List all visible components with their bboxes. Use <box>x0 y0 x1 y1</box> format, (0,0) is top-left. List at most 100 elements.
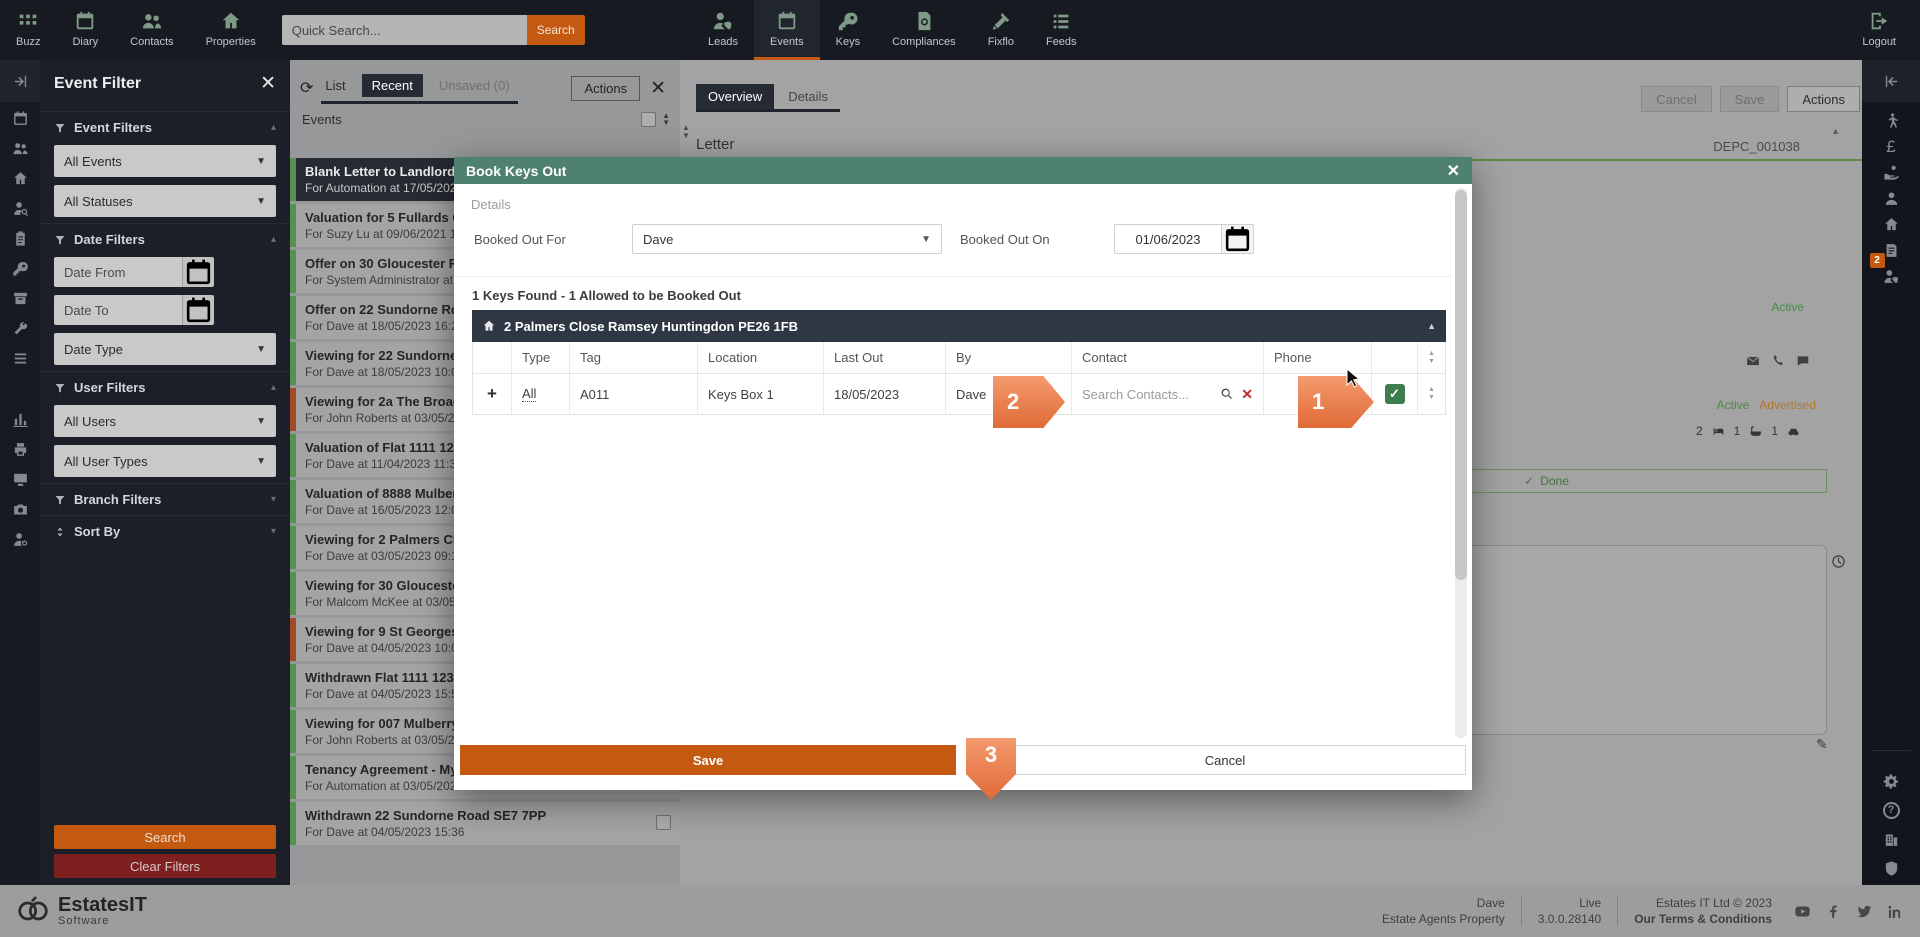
tab-list[interactable]: List <box>323 74 347 97</box>
sort-spinner[interactable]: ▲▼ <box>662 113 670 127</box>
linkedin-icon[interactable] <box>1887 903 1904 920</box>
scrollbar-thumb[interactable] <box>1455 190 1467 580</box>
tab-details[interactable]: Details <box>776 84 840 109</box>
notes-icon[interactable] <box>1883 242 1900 259</box>
tab-recent[interactable]: Recent <box>362 74 423 97</box>
youtube-icon[interactable] <box>1794 903 1811 920</box>
calendar-icon[interactable] <box>182 295 214 325</box>
filter-search-button[interactable]: Search <box>54 825 276 849</box>
terms-link[interactable]: Our Terms & Conditions <box>1634 911 1772 927</box>
save-button[interactable]: Save <box>1720 86 1780 112</box>
content-actions-button[interactable]: Actions <box>1787 86 1860 112</box>
nav-item-diary[interactable]: Diary <box>56 0 114 60</box>
calendar-icon[interactable] <box>1222 224 1254 254</box>
close-icon[interactable]: ✕ <box>1447 161 1460 181</box>
nav-item-keys[interactable]: Keys <box>820 0 876 60</box>
house-icon[interactable] <box>12 170 29 187</box>
nav-item-properties[interactable]: Properties <box>190 0 272 60</box>
events-actions-button[interactable]: Actions <box>571 76 640 101</box>
all-user-types-dropdown[interactable]: All User Types▼ <box>54 445 276 477</box>
quick-search-button[interactable]: Search <box>527 15 585 45</box>
cancel-button[interactable]: Cancel <box>1641 86 1711 112</box>
expand-rail-block[interactable] <box>0 60 40 102</box>
person-search-icon[interactable] <box>12 200 29 217</box>
event-checkbox[interactable] <box>656 815 671 830</box>
person-settings-icon[interactable] <box>12 531 29 548</box>
close-icon[interactable]: ✕ <box>650 77 666 100</box>
monitor-icon[interactable] <box>12 471 29 488</box>
nav-item-fixflo[interactable]: Fixflo <box>972 0 1030 60</box>
select-all-checkbox[interactable] <box>641 112 656 127</box>
key-icon[interactable] <box>12 260 29 277</box>
all-statuses-dropdown[interactable]: All Statuses▼ <box>54 185 276 217</box>
twitter-icon[interactable] <box>1856 903 1873 920</box>
modal-save-button[interactable]: Save <box>460 745 956 775</box>
modal-cancel-button[interactable]: Cancel <box>984 745 1466 775</box>
property-header-bar[interactable]: 2 Palmers Close Ramsey Huntingdon PE26 1… <box>472 310 1446 342</box>
row-spinner[interactable]: ▲▼ <box>1428 386 1435 401</box>
close-icon[interactable]: ✕ <box>260 72 276 95</box>
chevron-up-icon[interactable]: ▴ <box>271 382 276 393</box>
splitter-carets[interactable]: ▲▼ <box>682 124 690 140</box>
modal-scrollbar[interactable] <box>1455 188 1467 738</box>
mail-icon[interactable] <box>1746 354 1760 368</box>
refresh-icon[interactable]: ⟳ <box>300 78 313 98</box>
nav-item-compliances[interactable]: Compliances <box>876 0 972 60</box>
building-icon[interactable] <box>1883 831 1900 848</box>
booked-out-for-select[interactable]: Dave ▼ <box>632 224 942 254</box>
clear-contact-icon[interactable]: ✕ <box>1241 386 1253 403</box>
nav-item-contacts[interactable]: Contacts <box>114 0 189 60</box>
tools-icon[interactable] <box>12 320 29 337</box>
contact-search-field[interactable]: Search Contacts... ✕ <box>1071 374 1263 414</box>
key-type-link[interactable]: All <box>522 386 536 402</box>
archive-icon[interactable] <box>12 290 29 307</box>
nav-item-logout[interactable]: Logout <box>1846 0 1912 60</box>
people-icon[interactable] <box>12 140 29 157</box>
collapse-caret-icon[interactable]: ▲ <box>1831 126 1840 136</box>
all-events-dropdown[interactable]: All Events▼ <box>54 145 276 177</box>
phone-icon[interactable] <box>1771 354 1785 368</box>
booked-out-on-input[interactable]: 01/06/2023 <box>1114 224 1222 254</box>
chevron-up-icon[interactable]: ▴ <box>271 234 276 245</box>
person-icon[interactable] <box>1883 190 1900 207</box>
nav-item-feeds[interactable]: Feeds <box>1030 0 1093 60</box>
pencil-icon[interactable]: ✎ <box>1816 736 1828 753</box>
list-icon[interactable] <box>12 350 29 367</box>
tab-unsaved[interactable]: Unsaved (0) <box>437 74 512 97</box>
search-icon[interactable] <box>1220 387 1234 401</box>
calendar-icon[interactable] <box>12 110 29 127</box>
date-to-input[interactable]: Date To <box>54 295 182 325</box>
date-type-dropdown[interactable]: Date Type▼ <box>54 333 276 365</box>
column-spinner[interactable]: ▲▼ <box>1428 350 1435 365</box>
settings-icon[interactable] <box>1883 773 1900 790</box>
clipboard-icon[interactable] <box>12 230 29 247</box>
person-tag-icon[interactable] <box>1883 268 1900 285</box>
chevron-up-icon[interactable]: ▲ <box>1427 321 1436 331</box>
quick-search-input[interactable] <box>282 15 527 45</box>
book-out-checkbox[interactable]: ✓ <box>1385 384 1405 404</box>
chart-icon[interactable] <box>12 411 29 428</box>
shield-icon[interactable] <box>1883 860 1900 877</box>
clock-icon[interactable] <box>1831 554 1846 569</box>
calendar-icon[interactable] <box>182 257 214 287</box>
hand-coin-icon[interactable] <box>1883 164 1900 181</box>
walking-person-icon[interactable] <box>1883 112 1900 129</box>
chat-icon[interactable] <box>1796 354 1810 368</box>
clear-filters-button[interactable]: Clear Filters <box>54 854 276 878</box>
printer-icon[interactable] <box>12 441 29 458</box>
facebook-icon[interactable] <box>1825 903 1842 920</box>
event-list-item[interactable]: Withdrawn 22 Sundorne Road SE7 7PP For D… <box>290 802 680 845</box>
chevron-down-icon[interactable]: ▾ <box>271 526 276 537</box>
nav-item-events[interactable]: Events <box>754 0 820 60</box>
help-icon[interactable]: ? <box>1883 802 1900 819</box>
chevron-down-icon[interactable]: ▾ <box>271 494 276 505</box>
nav-item-buzz[interactable]: Buzz <box>0 0 56 60</box>
collapse-rail-block[interactable] <box>1862 60 1920 102</box>
expand-row-button[interactable]: + <box>487 384 497 404</box>
nav-item-leads[interactable]: Leads <box>692 0 754 60</box>
house-icon[interactable] <box>1883 216 1900 233</box>
camera-icon[interactable] <box>12 501 29 518</box>
tab-overview[interactable]: Overview <box>696 84 774 109</box>
pound-icon[interactable]: £ <box>1886 138 1895 155</box>
date-from-input[interactable]: Date From <box>54 257 182 287</box>
